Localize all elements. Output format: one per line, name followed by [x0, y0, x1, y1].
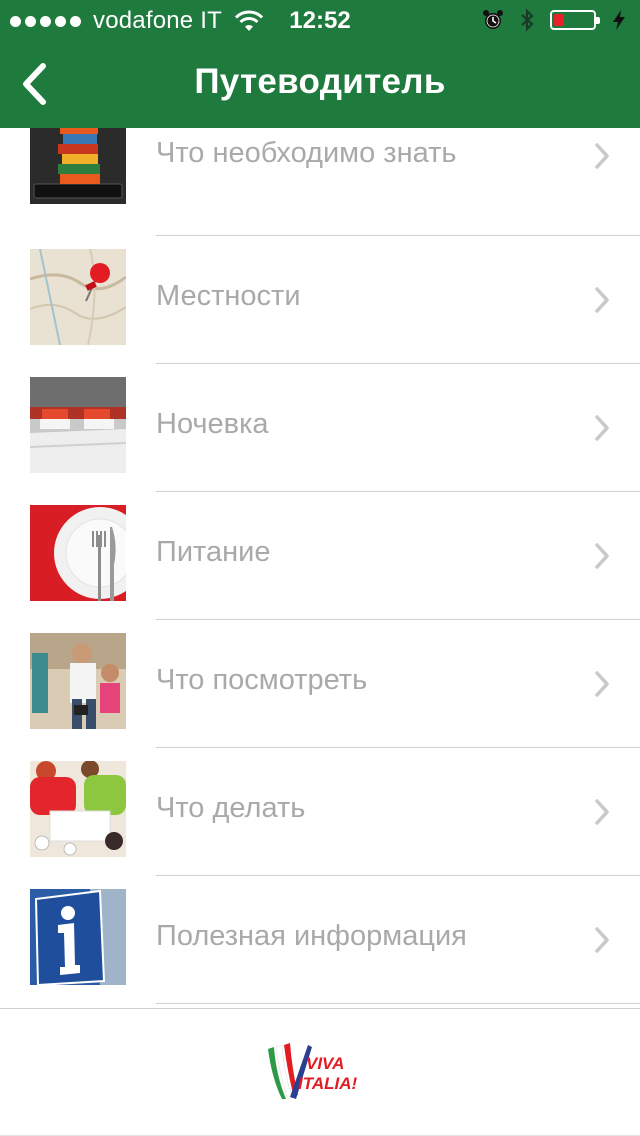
nav-bar: Путеводитель: [0, 40, 640, 128]
list-item-useful-info[interactable]: Полезная информация: [0, 876, 640, 1004]
list-item-label: Питание: [156, 536, 271, 568]
battery-level: [554, 14, 564, 26]
row-divider: [156, 1003, 640, 1004]
list-item-label: Что делать: [156, 792, 306, 824]
map-pin-icon: [30, 249, 126, 345]
logo-text-viva: VIVA: [306, 1054, 344, 1073]
viva-italia-logo[interactable]: VIVA ITALIA!: [264, 1039, 374, 1103]
alarm-icon: [483, 10, 503, 29]
chevron-right-icon: [595, 287, 609, 313]
books-stack-icon: [30, 128, 126, 204]
battery-low-icon: [550, 10, 600, 30]
list-item-food[interactable]: Питание: [0, 492, 640, 620]
charging-bolt-icon: [613, 10, 625, 30]
bluetooth-icon: [521, 8, 534, 32]
hotel-bed-icon: [30, 377, 126, 473]
tourists-photo-icon: [30, 633, 126, 729]
plate-fork-knife-icon: [30, 505, 126, 601]
list-item-lodging[interactable]: Ночевка: [0, 364, 640, 492]
app-screen: vodafone IT 12:52 Путеводитель Что необх…: [0, 0, 640, 1136]
list-item-sights[interactable]: Что посмотреть: [0, 620, 640, 748]
list-item-need-to-know[interactable]: Что необходимо знать: [0, 128, 640, 236]
chevron-right-icon: [595, 671, 609, 697]
logo-text-italia: ITALIA!: [298, 1074, 358, 1093]
chevron-right-icon: [595, 543, 609, 569]
list-item-label: Что необходимо знать: [156, 137, 457, 169]
people-activity-icon: [30, 761, 126, 857]
list-item-activities[interactable]: Что делать: [0, 748, 640, 876]
chevron-right-icon: [595, 415, 609, 441]
page-title: Путеводитель: [194, 62, 446, 101]
status-right: [482, 7, 630, 33]
list-item-places[interactable]: Местности: [0, 236, 640, 364]
list-item-label: Полезная информация: [156, 920, 467, 952]
status-bar: vodafone IT 12:52: [0, 0, 640, 40]
footer: VIVA ITALIA!: [0, 1008, 640, 1136]
chevron-right-icon: [595, 799, 609, 825]
chevron-right-icon: [595, 143, 609, 169]
list-item-label: Местности: [156, 280, 301, 312]
chevron-right-icon: [595, 927, 609, 953]
list-item-label: Ночевка: [156, 408, 269, 440]
header: vodafone IT 12:52 Путеводитель: [0, 0, 640, 128]
info-sign-icon: [30, 889, 126, 985]
list-item-label: Что посмотреть: [156, 664, 368, 696]
guide-menu-list: Что необходимо знать Местности Ночевка П…: [0, 128, 640, 1008]
